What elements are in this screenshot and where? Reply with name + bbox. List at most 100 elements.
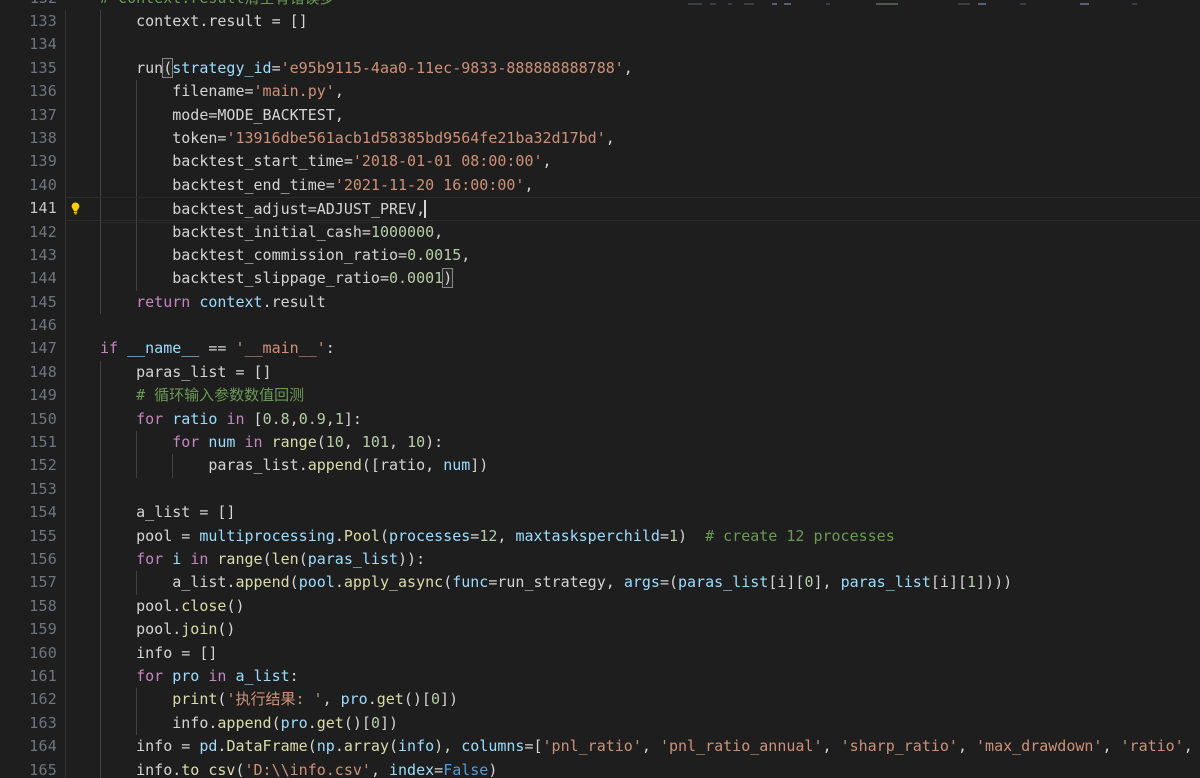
code-text[interactable]: pool.close() bbox=[100, 595, 245, 618]
line-number: 149 bbox=[0, 384, 57, 407]
gutter-separator bbox=[65, 197, 66, 220]
gutter-separator bbox=[65, 478, 66, 501]
code-text[interactable]: return context.result bbox=[100, 291, 326, 314]
code-line[interactable]: 141 backtest_adjust=ADJUST_PREV, bbox=[0, 197, 1200, 220]
code-text[interactable]: backtest_slippage_ratio=0.0001) bbox=[100, 267, 452, 290]
line-number: 135 bbox=[0, 57, 57, 80]
code-text[interactable]: a_list = [] bbox=[100, 501, 235, 524]
code-line[interactable]: 144 backtest_slippage_ratio=0.0001) bbox=[0, 267, 1200, 290]
code-text[interactable]: # 循环输入参数数值回测 bbox=[100, 384, 304, 407]
code-line[interactable]: 137 mode=MODE_BACKTEST, bbox=[0, 104, 1200, 127]
code-line[interactable]: 164 info = pd.DataFrame(np.array(info), … bbox=[0, 735, 1200, 758]
code-line[interactable]: 145 return context.result bbox=[0, 291, 1200, 314]
code-text[interactable]: for num in range(10, 101, 10): bbox=[100, 431, 443, 454]
gutter-separator bbox=[65, 431, 66, 454]
code-line[interactable]: 136 filename='main.py', bbox=[0, 80, 1200, 103]
line-number: 148 bbox=[0, 361, 57, 384]
code-line[interactable]: 156 for i in range(len(paras_list)): bbox=[0, 548, 1200, 571]
line-number: 145 bbox=[0, 291, 57, 314]
code-text[interactable]: info = [] bbox=[100, 642, 217, 665]
code-line[interactable]: 149 # 循环输入参数数值回测 bbox=[0, 384, 1200, 407]
code-line[interactable]: 153 bbox=[0, 478, 1200, 501]
code-text[interactable]: backtest_start_time='2018-01-01 08:00:00… bbox=[100, 150, 552, 173]
gutter-separator bbox=[65, 384, 66, 407]
bracket-match-highlight: ( bbox=[163, 59, 172, 77]
code-text[interactable]: pool.join() bbox=[100, 618, 235, 641]
lightbulb-quickfix-icon[interactable] bbox=[68, 201, 83, 216]
code-line[interactable]: 135 run(strategy_id='e95b9115-4aa0-11ec-… bbox=[0, 57, 1200, 80]
code-line[interactable]: 143 backtest_commission_ratio=0.0015, bbox=[0, 244, 1200, 267]
line-number: 155 bbox=[0, 525, 57, 548]
code-text[interactable]: backtest_end_time='2021-11-20 16:00:00', bbox=[100, 174, 534, 197]
code-text[interactable]: paras_list = [] bbox=[100, 361, 272, 384]
gutter-separator bbox=[65, 642, 66, 665]
text-cursor bbox=[424, 200, 426, 218]
code-text[interactable]: for pro in a_list: bbox=[100, 665, 299, 688]
code-text[interactable]: backtest_adjust=ADJUST_PREV, bbox=[100, 197, 426, 222]
code-text[interactable]: token='13916dbe561acb1d58385bd9564fe21ba… bbox=[100, 127, 615, 150]
gutter-separator bbox=[65, 688, 66, 711]
code-line[interactable]: 142 backtest_initial_cash=1000000, bbox=[0, 221, 1200, 244]
line-number: 138 bbox=[0, 127, 57, 150]
line-number: 141 bbox=[0, 197, 57, 220]
code-line[interactable]: 151 for num in range(10, 101, 10): bbox=[0, 431, 1200, 454]
code-line[interactable]: 139 backtest_start_time='2018-01-01 08:0… bbox=[0, 150, 1200, 173]
line-number: 154 bbox=[0, 501, 57, 524]
clipped-line-text: # context.result清空有错误多 bbox=[100, 0, 335, 10]
bracket-match-highlight: ) bbox=[443, 269, 452, 287]
code-text[interactable]: mode=MODE_BACKTEST, bbox=[100, 104, 344, 127]
code-text[interactable]: info.append(pro.get()[0]) bbox=[100, 712, 398, 735]
line-number: 143 bbox=[0, 244, 57, 267]
code-line[interactable]: 158 pool.close() bbox=[0, 595, 1200, 618]
line-number: 150 bbox=[0, 408, 57, 431]
code-line[interactable]: 138 token='13916dbe561acb1d58385bd9564fe… bbox=[0, 127, 1200, 150]
gutter-separator bbox=[65, 735, 66, 758]
code-text[interactable]: info = pd.DataFrame(np.array(info), colu… bbox=[100, 735, 1193, 758]
code-text[interactable]: a_list.append(pool.apply_async(func=run_… bbox=[100, 571, 1012, 594]
code-line[interactable]: 161 for pro in a_list: bbox=[0, 665, 1200, 688]
code-text[interactable]: pool = multiprocessing.Pool(processes=12… bbox=[100, 525, 895, 548]
code-text[interactable]: print('执行结果: ', pro.get()[0]) bbox=[100, 688, 458, 711]
code-line[interactable]: 154 a_list = [] bbox=[0, 501, 1200, 524]
code-line[interactable]: 140 backtest_end_time='2021-11-20 16:00:… bbox=[0, 174, 1200, 197]
code-line[interactable]: 150 for ratio in [0.8,0.9,1]: bbox=[0, 408, 1200, 431]
gutter-separator bbox=[65, 291, 66, 314]
gutter-separator bbox=[65, 712, 66, 735]
gutter-separator bbox=[65, 174, 66, 197]
minimap-strip[interactable] bbox=[680, 0, 1200, 10]
code-text[interactable]: backtest_commission_ratio=0.0015, bbox=[100, 244, 470, 267]
code-line[interactable]: 163 info.append(pro.get()[0]) bbox=[0, 712, 1200, 735]
code-line[interactable]: 133 context.result = [] bbox=[0, 10, 1200, 33]
clipped-previous-line: 132 # context.result清空有错误多 bbox=[0, 0, 1200, 10]
code-line[interactable]: 146 bbox=[0, 314, 1200, 337]
gutter-separator bbox=[65, 525, 66, 548]
code-line[interactable]: 155 pool = multiprocessing.Pool(processe… bbox=[0, 525, 1200, 548]
code-lines-container[interactable]: 133 context.result = []134135 run(strate… bbox=[0, 10, 1200, 778]
code-line[interactable]: 165 info.to_csv('D:\\info.csv', index=Fa… bbox=[0, 759, 1200, 778]
code-text[interactable]: run(strategy_id='e95b9115-4aa0-11ec-9833… bbox=[100, 57, 633, 80]
code-line[interactable]: 148 paras_list = [] bbox=[0, 361, 1200, 384]
code-line[interactable]: 160 info = [] bbox=[0, 642, 1200, 665]
code-line[interactable]: 147if __name__ == '__main__': bbox=[0, 337, 1200, 360]
code-text[interactable]: context.result = [] bbox=[100, 10, 308, 33]
code-text[interactable]: for ratio in [0.8,0.9,1]: bbox=[100, 408, 362, 431]
code-text[interactable]: for i in range(len(paras_list)): bbox=[100, 548, 425, 571]
code-text[interactable]: backtest_initial_cash=1000000, bbox=[100, 221, 443, 244]
gutter-separator bbox=[65, 57, 66, 80]
code-text[interactable]: if __name__ == '__main__': bbox=[100, 337, 335, 360]
gutter-separator bbox=[65, 80, 66, 103]
line-number: 140 bbox=[0, 174, 57, 197]
gutter-separator bbox=[65, 571, 66, 594]
code-text[interactable]: info.to_csv('D:\\info.csv', index=False) bbox=[100, 759, 497, 778]
code-line[interactable]: 134 bbox=[0, 33, 1200, 56]
code-line[interactable]: 152 paras_list.append([ratio, num]) bbox=[0, 454, 1200, 477]
gutter-separator bbox=[65, 33, 66, 56]
code-line[interactable]: 159 pool.join() bbox=[0, 618, 1200, 641]
code-editor[interactable]: 132 # context.result清空有错误多 133 context.r… bbox=[0, 0, 1200, 778]
line-number: 144 bbox=[0, 267, 57, 290]
gutter-separator bbox=[65, 267, 66, 290]
code-text[interactable]: paras_list.append([ratio, num]) bbox=[100, 454, 488, 477]
code-line[interactable]: 157 a_list.append(pool.apply_async(func=… bbox=[0, 571, 1200, 594]
code-text[interactable]: filename='main.py', bbox=[100, 80, 344, 103]
code-line[interactable]: 162 print('执行结果: ', pro.get()[0]) bbox=[0, 688, 1200, 711]
